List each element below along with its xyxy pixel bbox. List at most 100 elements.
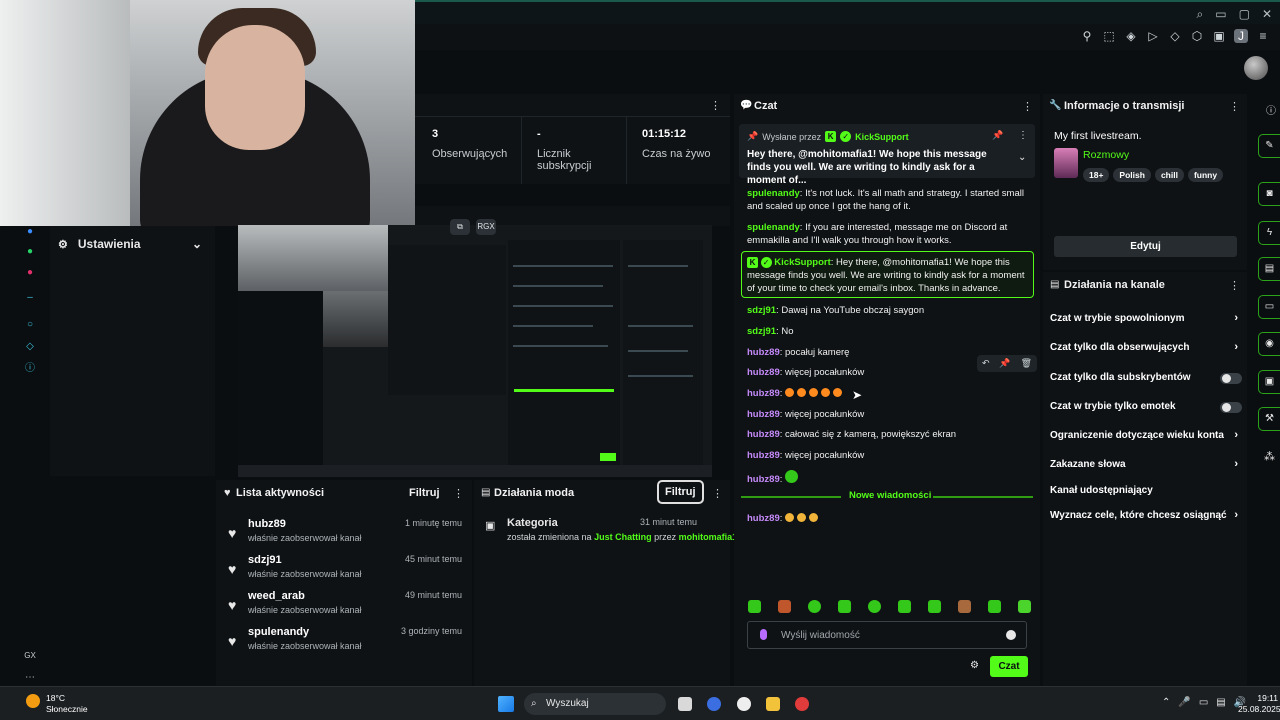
- more-icon[interactable]: ≡: [1256, 29, 1270, 43]
- chat-menu-icon[interactable]: ⋮: [1022, 100, 1033, 113]
- list-item[interactable]: ♥ spulenandy właśnie zaobserwował kanał …: [228, 626, 464, 656]
- emote-icon[interactable]: [868, 600, 881, 613]
- profile-icon[interactable]: J: [1234, 29, 1248, 43]
- chat-user[interactable]: hubz89: [747, 388, 780, 399]
- pinned-user[interactable]: KickSupport: [855, 132, 909, 142]
- chat-user[interactable]: hubz89: [747, 513, 780, 524]
- sun-icon[interactable]: [26, 694, 40, 708]
- instagram-icon[interactable]: ●: [24, 267, 36, 279]
- history-icon[interactable]: ○: [24, 319, 36, 331]
- chat-user[interactable]: KickSupport: [774, 257, 830, 268]
- cube-icon[interactable]: ◇: [24, 341, 36, 353]
- emote-only-toggle[interactable]: [1220, 402, 1242, 413]
- chat-user[interactable]: hubz89: [747, 429, 780, 440]
- list-item[interactable]: ♥ sdzj91 właśnie zaobserwował kanał 45 m…: [228, 554, 464, 584]
- reply-icon[interactable]: ↶: [982, 358, 990, 369]
- emote-icon[interactable]: [748, 600, 761, 613]
- stream-category[interactable]: Rozmowy: [1083, 149, 1129, 161]
- emote-icon[interactable]: [778, 600, 791, 613]
- chat-settings-icon[interactable]: ⚙: [970, 660, 979, 671]
- emote-icon[interactable]: [898, 600, 911, 613]
- messenger-icon[interactable]: ●: [24, 226, 36, 238]
- stats-menu-icon[interactable]: ⋮: [710, 99, 721, 112]
- start-button[interactable]: [498, 696, 514, 712]
- tag-badge[interactable]: 18+: [1083, 168, 1110, 182]
- chat-user[interactable]: hubz89: [747, 474, 780, 485]
- chat-user[interactable]: hubz89: [747, 450, 780, 461]
- followers-only-row[interactable]: Czat tylko dla obserwujących ›: [1050, 341, 1242, 358]
- unpin-icon[interactable]: 📌: [992, 130, 1003, 141]
- mic-icon[interactable]: [760, 629, 767, 640]
- emote-icon[interactable]: [928, 600, 941, 613]
- pencil-icon[interactable]: ✎: [1258, 134, 1280, 158]
- chevron-up-icon[interactable]: ⌃: [1162, 697, 1170, 708]
- gx-label[interactable]: GX: [20, 650, 40, 662]
- monitor-icon[interactable]: ▣: [1258, 370, 1280, 394]
- play-icon[interactable]: ▷: [1146, 29, 1160, 43]
- task-view-icon[interactable]: [678, 697, 692, 711]
- activity-menu-icon[interactable]: ⋮: [453, 487, 464, 500]
- subs-only-toggle[interactable]: [1220, 373, 1242, 384]
- chat-user[interactable]: spulenandy: [747, 188, 800, 199]
- banned-words-row[interactable]: Zakazane słowa ›: [1050, 458, 1242, 475]
- chat-icon[interactable]: ▭: [1258, 295, 1280, 319]
- list-item[interactable]: ♥ weed_arab właśnie zaobserwował kanał 4…: [228, 590, 464, 620]
- emote-icon[interactable]: [808, 600, 821, 613]
- nodes-icon[interactable]: ⁂: [1264, 450, 1275, 463]
- chat-user[interactable]: hubz89: [747, 347, 780, 358]
- chat-user[interactable]: hubz89: [747, 409, 780, 420]
- pin-icon[interactable]: 📌: [999, 358, 1010, 369]
- emote-icon[interactable]: [1018, 600, 1031, 613]
- rgx-button[interactable]: RGX: [476, 219, 496, 235]
- whatsapp-icon[interactable]: ●: [24, 246, 36, 258]
- bolt-icon[interactable]: ϟ: [1258, 221, 1280, 245]
- avatar[interactable]: [1244, 56, 1268, 80]
- shield-icon[interactable]: ◈: [1124, 29, 1138, 43]
- sidebar-icon[interactable]: ▣: [1212, 29, 1226, 43]
- gx-browser-icon[interactable]: [795, 697, 809, 711]
- emote-icon[interactable]: [958, 600, 971, 613]
- search-icon[interactable]: ⌕: [1197, 7, 1204, 22]
- folder-icon[interactable]: [766, 697, 780, 711]
- chat-user[interactable]: sdzj91: [747, 305, 776, 316]
- chat-user[interactable]: sdzj91: [747, 326, 776, 337]
- channel-actions-menu-icon[interactable]: ⋮: [1229, 279, 1240, 292]
- tag-badge[interactable]: funny: [1187, 168, 1224, 182]
- mod-menu-icon[interactable]: ⋮: [712, 487, 723, 500]
- extensions-icon[interactable]: ⬡: [1190, 29, 1204, 43]
- emote-icon[interactable]: [988, 600, 1001, 613]
- pin-icon[interactable]: ⚲: [1080, 29, 1094, 43]
- network-icon[interactable]: ▤: [1216, 697, 1225, 708]
- activity-filter-button[interactable]: Filtruj: [409, 487, 440, 499]
- opera-icon[interactable]: [707, 697, 721, 711]
- popout-icon[interactable]: ⧉: [450, 219, 470, 235]
- list-item[interactable]: ♥ hubz89 właśnie zaobserwował kanał 1 mi…: [228, 518, 464, 548]
- chevron-down-icon[interactable]: ⌄: [1018, 152, 1026, 163]
- mic-icon[interactable]: 🎤: [1178, 697, 1190, 708]
- doc-icon[interactable]: ▤: [1258, 257, 1280, 281]
- screenshot-icon[interactable]: ⬚: [1102, 29, 1116, 43]
- delete-icon[interactable]: 🗑: [1021, 358, 1032, 369]
- more-icon[interactable]: ⋯: [24, 672, 36, 684]
- taskbar-search[interactable]: ⌕ Wyszukaj: [524, 693, 666, 715]
- info-icon[interactable]: ⓘ: [1266, 102, 1276, 117]
- broadcast-icon[interactable]: ◉: [1258, 332, 1280, 356]
- edit-button[interactable]: Edytuj: [1054, 236, 1237, 257]
- weather-widget[interactable]: 18°C Słonecznie: [46, 693, 88, 715]
- emote-icon[interactable]: [838, 600, 851, 613]
- pinned-message[interactable]: 📌 Wysłane przez K ✓ KickSupport 📌 ⋮ ⌄ He…: [739, 124, 1035, 186]
- obs-icon[interactable]: [737, 697, 751, 711]
- mod-item-user[interactable]: mohitomafia1: [679, 532, 738, 542]
- minimize-icon[interactable]: ▭: [1215, 7, 1226, 22]
- account-age-row[interactable]: Ograniczenie dotyczące wieku konta ›: [1050, 429, 1242, 446]
- close-icon[interactable]: ✕: [1262, 7, 1272, 22]
- chat-send-button[interactable]: Czat: [990, 656, 1028, 677]
- tag-badge[interactable]: Polish: [1113, 168, 1151, 182]
- mod-item-category[interactable]: Just Chatting: [594, 532, 652, 542]
- vpn-icon[interactable]: ◇: [1168, 29, 1182, 43]
- stream-info-menu-icon[interactable]: ⋮: [1229, 100, 1240, 113]
- restore-icon[interactable]: ▢: [1239, 7, 1250, 22]
- slow-mode-row[interactable]: Czat w trybie spowolnionym ›: [1050, 312, 1242, 329]
- display-icon[interactable]: ▭: [1199, 697, 1208, 708]
- tag-badge[interactable]: chill: [1154, 168, 1184, 182]
